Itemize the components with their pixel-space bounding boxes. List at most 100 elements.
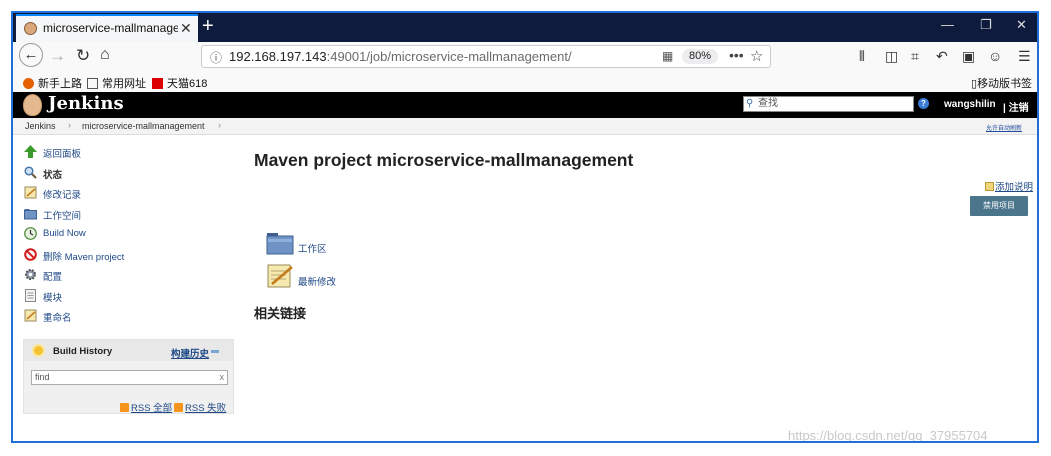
tab-title: microservice-mallmanageme [43, 21, 178, 35]
library-icon[interactable]: ⫴ [859, 48, 865, 65]
bookmark-label: 天猫618 [167, 78, 208, 90]
watermark: https://blog.csdn.net/qq_37955704 [788, 428, 988, 443]
sidebar-icon[interactable]: ◫ [885, 48, 898, 65]
new-tab-button[interactable]: + [202, 15, 214, 38]
search-icon [24, 165, 37, 179]
related-links-heading: 相关链接 [254, 306, 307, 321]
bookmark-tmall[interactable]: 天猫618 [152, 75, 207, 91]
firefox-icon [23, 78, 34, 89]
notepad-icon [24, 186, 37, 199]
page-title: Maven project microservice-mallmanagemen… [254, 150, 634, 170]
tmall-icon [152, 78, 163, 89]
url-host: 192.168.197.143 [229, 49, 327, 64]
notepad-icon [267, 264, 293, 288]
build-filter-input[interactable]: find x [31, 370, 228, 385]
collapse-icon[interactable] [211, 350, 219, 353]
task-label: 状态 [43, 169, 63, 181]
task-label: 模块 [43, 292, 63, 304]
breadcrumb-job[interactable]: microservice-mallmanagement [82, 121, 205, 131]
rss-all-label: RSS 全部 [131, 403, 173, 414]
breadcrumb-chevron-icon: › [218, 120, 221, 130]
nav-bar: ← → ↻ ⌂ ⓘ 192.168.197.143:49001/job/micr… [13, 42, 1037, 73]
bookmark-star-icon[interactable]: ☆ [750, 47, 763, 65]
clear-filter-button[interactable]: x [220, 371, 225, 384]
minimize-button[interactable]: — [941, 17, 954, 32]
logout-link[interactable]: | 注销 [1003, 99, 1029, 114]
browser-window: microservice-mallmanageme ✕ + — ❐ ✕ ← → … [11, 11, 1039, 443]
mobile-bookmarks-label: 移动版书签 [977, 78, 1033, 90]
home-button[interactable]: ⌂ [100, 46, 110, 64]
rss-failed-link[interactable]: RSS 失败 [174, 400, 226, 414]
bookmark-label: 新手上路 [38, 78, 82, 90]
reload-button[interactable]: ↻ [76, 46, 90, 66]
rss-all-link[interactable]: RSS 全部 [120, 400, 172, 414]
extension-icon[interactable]: ▣ [962, 48, 975, 65]
search-placeholder: 查找 [758, 98, 778, 109]
help-icon[interactable]: ? [918, 98, 929, 109]
undo-icon[interactable]: ↶ [936, 48, 948, 65]
folder-icon [24, 208, 37, 219]
workspace-label: 工作区 [298, 244, 327, 255]
url-path: :49001/job/microservice-mallmanagement/ [326, 49, 572, 64]
gear-icon [25, 269, 36, 280]
task-label: 重命名 [43, 313, 72, 324]
task-label: 修改记录 [43, 190, 82, 201]
zoom-level[interactable]: 80% [682, 49, 719, 64]
disable-project-button[interactable]: 禁用项目 [970, 196, 1028, 216]
notepad-icon [24, 309, 37, 322]
document-icon [25, 288, 36, 302]
build-history-panel: Build History 构建历史 find x RSS 全部 RSS 失败 [23, 339, 234, 414]
restore-button[interactable]: ❐ [980, 17, 992, 33]
filter-placeholder: find [35, 372, 50, 382]
search-icon: ⚲ [746, 98, 754, 109]
add-description-link[interactable]: 添加说明 [985, 179, 1033, 193]
mobile-bookmarks[interactable]: ▯移动版书签 [971, 75, 1032, 91]
folder-icon [266, 233, 294, 255]
search-input[interactable]: ⚲ 查找 [743, 96, 914, 112]
jenkins-butler-icon [23, 94, 42, 116]
screenshot-icon[interactable]: ⌗ [911, 48, 919, 65]
back-button[interactable]: ← [19, 43, 43, 67]
task-label: 删除 Maven project [43, 251, 125, 263]
up-arrow-icon [24, 145, 37, 158]
clock-icon [24, 227, 37, 240]
jenkins-logo[interactable]: Jenkins [48, 93, 124, 114]
build-history-header: Build History 构建历史 [24, 340, 233, 361]
folder-icon [87, 78, 98, 89]
tab-jenkins-job[interactable]: microservice-mallmanageme ✕ [16, 14, 198, 42]
add-description-label: 添加说明 [995, 182, 1034, 193]
rss-failed-label: RSS 失败 [185, 403, 227, 414]
tab-bar: microservice-mallmanageme ✕ + — ❐ ✕ [13, 13, 1037, 42]
site-info-icon[interactable]: ⓘ [210, 49, 222, 66]
url-text: 192.168.197.143:49001/job/microservice-m… [229, 49, 572, 64]
task-label: Build Now [43, 228, 86, 239]
task-label: 返回面板 [43, 149, 82, 160]
rss-icon [174, 403, 183, 412]
tab-close-icon[interactable]: ✕ [180, 20, 192, 37]
recent-changes-label: 最新修改 [298, 277, 337, 288]
close-window-button[interactable]: ✕ [1016, 17, 1027, 33]
rss-icon [120, 403, 129, 412]
auto-refresh-link[interactable]: 允许自动刷新 [986, 123, 1022, 132]
bookmark-common-sites[interactable]: 常用网址 [87, 75, 146, 91]
task-label: 配置 [43, 272, 63, 283]
jenkins-header: Jenkins ⚲ 查找 ? wangshilin | 注销 [13, 92, 1037, 118]
bookmark-label: 常用网址 [102, 78, 146, 90]
user-link[interactable]: wangshilin [944, 99, 996, 110]
breadcrumb-jenkins[interactable]: Jenkins [25, 121, 56, 131]
jenkins-favicon-icon [24, 22, 37, 35]
edit-icon [985, 182, 994, 191]
build-history-title: Build History [53, 346, 113, 357]
qr-code-icon[interactable]: ▦ [662, 49, 673, 63]
breadcrumb-chevron-icon: › [68, 120, 71, 130]
bookmarks-bar: 新手上路 常用网址 天猫618 ▯移动版书签 [13, 72, 1037, 93]
account-icon[interactable]: ☺ [988, 48, 1002, 64]
forward-button[interactable]: → [49, 46, 66, 66]
bookmark-newbie[interactable]: 新手上路 [23, 75, 82, 91]
url-bar[interactable]: ⓘ 192.168.197.143:49001/job/microservice… [201, 45, 771, 68]
build-trend-link[interactable]: 构建历史 [171, 346, 209, 360]
no-icon [24, 247, 37, 261]
menu-icon[interactable]: ☰ [1018, 48, 1031, 65]
page-actions-icon[interactable]: ••• [729, 47, 744, 63]
weather-sun-icon [34, 346, 43, 355]
